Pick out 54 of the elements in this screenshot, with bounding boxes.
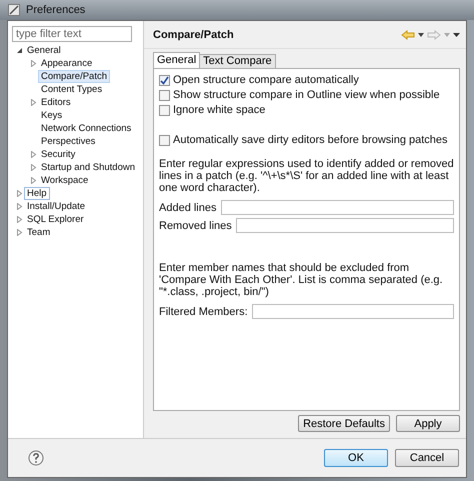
expand-arrow-icon[interactable] (16, 203, 22, 210)
expand-arrow-icon[interactable] (16, 190, 22, 197)
tree-item[interactable]: Perspectives (38, 135, 98, 148)
tab[interactable]: General (153, 52, 200, 68)
tree-item[interactable]: Team (24, 226, 54, 239)
input-field[interactable] (236, 218, 454, 233)
member-hint: Enter member names that should be excluded from 'Compare With Each Other'. List is comma separated (e.g. "*.class, .project, bin/") (159, 262, 444, 298)
expand-arrow-icon[interactable] (16, 216, 22, 223)
menu-icon[interactable] (453, 32, 460, 36)
checkbox-label: Automatically save dirty editors before browsing patches (173, 134, 448, 146)
dialog-button[interactable]: Cancel (395, 449, 459, 467)
checkbox-label: Ignore white space (173, 104, 266, 116)
page-button[interactable]: Apply (396, 415, 460, 432)
window-icon (8, 4, 20, 16)
dialog-button[interactable]: OK (324, 449, 388, 467)
regex-hint: Enter regular expressions used to identify added or removed lines in a patch (e.g. '^\+\s*\S' for an added line with at least one word character). (159, 158, 454, 194)
checkbox[interactable] (159, 74, 170, 86)
expand-arrow-icon[interactable] (30, 151, 36, 158)
checkbox-label: Show structure compare in Outline view when possible (173, 89, 440, 101)
checkbox[interactable] (159, 104, 170, 116)
help-icon[interactable] (28, 450, 44, 466)
field-label: Removed lines (159, 220, 232, 232)
filter-field[interactable]: type filter text (12, 26, 132, 42)
tab[interactable]: Text Compare (199, 54, 276, 68)
expand-arrow-icon[interactable] (30, 99, 36, 106)
checkbox[interactable] (159, 90, 170, 100)
tree-item[interactable]: Help (24, 187, 50, 200)
tree-item[interactable]: Security (38, 148, 78, 161)
field-label: Added lines (159, 202, 216, 214)
dropdown-icon[interactable] (418, 32, 424, 36)
expand-arrow-icon[interactable] (30, 164, 36, 171)
tree-item[interactable]: Network Connections (38, 122, 134, 135)
checkbox[interactable] (159, 134, 170, 146)
page-title: Compare/Patch (153, 28, 234, 40)
input-field[interactable] (252, 304, 454, 319)
input-field[interactable] (220, 200, 454, 215)
checkbox-label: Open structure compare automatically (173, 74, 359, 86)
field-label: Filtered Members: (159, 306, 248, 318)
tree-item[interactable]: Editors (38, 96, 74, 109)
expand-arrow-icon[interactable] (30, 177, 36, 184)
expand-arrow-icon[interactable] (16, 229, 22, 236)
collapse-arrow-icon[interactable] (16, 47, 22, 54)
tree-item[interactable]: Install/Update (24, 200, 88, 213)
tree-item[interactable]: Startup and Shutdown (38, 161, 138, 174)
tree-item[interactable]: Appearance (38, 57, 96, 70)
tree-item[interactable]: Keys (38, 109, 66, 122)
page-button[interactable]: Restore Defaults (298, 415, 390, 432)
tree-item[interactable]: Workspace (38, 174, 92, 187)
expand-arrow-icon[interactable] (30, 60, 36, 67)
tree-item[interactable]: Compare/Patch (38, 70, 110, 83)
tree-item[interactable]: SQL Explorer (24, 213, 87, 226)
tree-item[interactable]: General (24, 44, 64, 57)
tree-item[interactable]: Content Types (38, 83, 106, 96)
window-title: Preferences (26, 4, 86, 16)
